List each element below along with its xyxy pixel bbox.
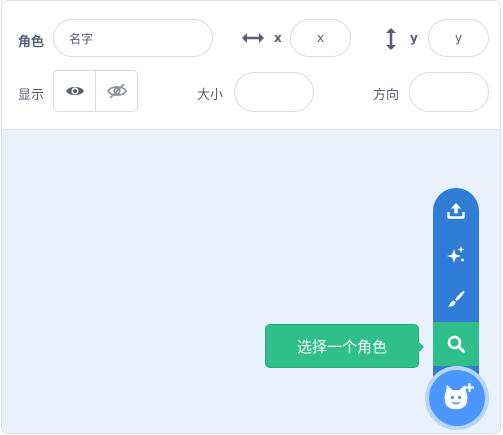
- sprite-info-panel: 角色 名字 x x y y 显示 大小 方向: [2, 1, 500, 130]
- y-placeholder: y: [454, 31, 463, 45]
- cat-add-icon: [444, 383, 474, 410]
- show-label: 显示: [18, 88, 45, 103]
- eye-hidden-icon: [106, 83, 127, 99]
- sprite-add-menu: [433, 188, 479, 388]
- x-input[interactable]: x: [290, 19, 351, 57]
- search-icon: [447, 335, 465, 353]
- y-label: y: [410, 31, 418, 45]
- sprite-name-input[interactable]: 名字: [53, 19, 213, 57]
- eye-icon: [65, 86, 84, 96]
- vertical-arrows-icon: [386, 28, 396, 50]
- sprite-name-placeholder: 名字: [69, 31, 94, 46]
- choose-sprite-button[interactable]: [433, 322, 479, 366]
- y-input[interactable]: y: [428, 19, 489, 57]
- direction-label: 方向: [373, 88, 400, 103]
- size-input[interactable]: [234, 72, 314, 112]
- choose-sprite-tooltip: 选择一个角色: [265, 324, 419, 368]
- paint-brush-icon: [448, 291, 465, 307]
- visibility-toggle: [53, 70, 138, 112]
- sprite-pane: 角色 名字 x x y y 显示 大小 方向 选择一个角色: [1, 0, 501, 434]
- surprise-sparkle-icon: [447, 246, 465, 263]
- tooltip-text: 选择一个角色: [296, 337, 387, 356]
- direction-input[interactable]: [409, 72, 489, 112]
- x-label: x: [274, 31, 282, 45]
- surprise-sprite-button[interactable]: [433, 233, 479, 277]
- horizontal-arrows-icon: [242, 33, 264, 43]
- show-button[interactable]: [54, 71, 95, 111]
- upload-sprite-button[interactable]: [433, 189, 479, 233]
- sprite-label: 角色: [18, 35, 45, 50]
- paint-sprite-button[interactable]: [433, 277, 479, 321]
- x-placeholder: x: [316, 31, 325, 45]
- add-sprite-button[interactable]: [429, 370, 485, 426]
- hide-button[interactable]: [95, 71, 137, 111]
- tooltip-arrow: [416, 339, 424, 355]
- size-label: 大小: [197, 88, 224, 103]
- upload-icon: [447, 203, 465, 219]
